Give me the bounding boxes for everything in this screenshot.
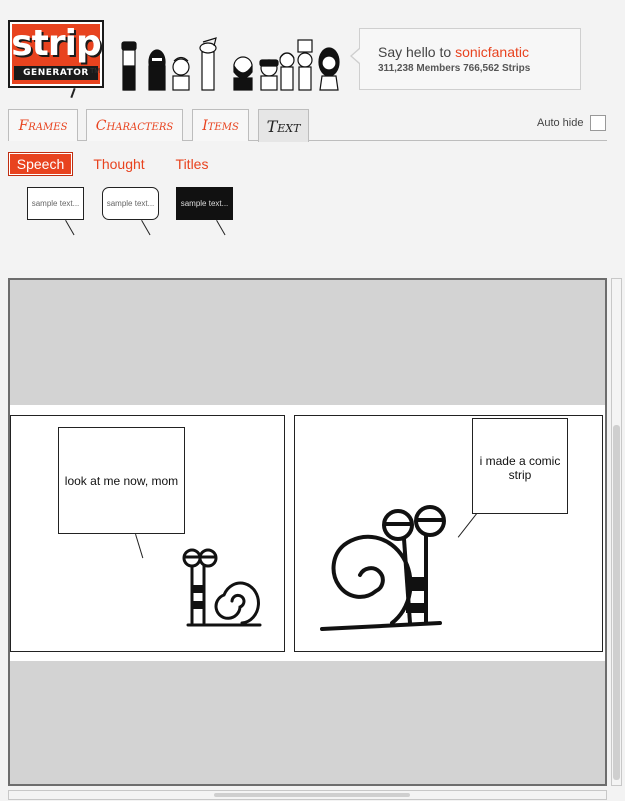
strip-generator-logo[interactable]: strip GENERATOR: [8, 20, 104, 88]
greeting-text: Say hello to sonicfanatic: [378, 44, 529, 60]
tab-text[interactable]: Text: [258, 109, 309, 142]
canvas-margin-top: [10, 280, 605, 405]
sample-speech-bubble-rounded[interactable]: sample text...: [102, 187, 159, 220]
username-link[interactable]: sonicfanatic: [455, 44, 529, 60]
logo-subtitle: GENERATOR: [14, 66, 98, 80]
auto-hide-label: Auto hide: [537, 117, 584, 129]
cartoon-characters-icon: [121, 37, 340, 91]
tab-frames[interactable]: Frames: [8, 109, 78, 141]
greeting-box: Say hello to sonicfanatic 311,238 Member…: [359, 28, 581, 90]
tab-characters[interactable]: Characters: [86, 109, 183, 141]
trademark-mark: TM: [90, 68, 101, 75]
speech-bubble-panel-2[interactable]: i made a comic strip: [472, 418, 568, 514]
greeting-pointer-fill: [352, 49, 360, 63]
sample-bubble-tail: [141, 220, 151, 236]
comic-canvas[interactable]: look at me now, mom i made a comic strip: [8, 278, 607, 786]
vertical-scrollbar-thumb[interactable]: [613, 425, 620, 780]
subtab-titles[interactable]: Titles: [168, 152, 216, 176]
logo-bubble-tail: [70, 87, 76, 99]
subtab-speech[interactable]: Speech: [8, 152, 73, 176]
auto-hide-checkbox[interactable]: [590, 115, 606, 131]
greeting-prefix: Say hello to: [378, 44, 452, 60]
canvas-margin-bottom: [10, 661, 605, 784]
speech-bubble-panel-1[interactable]: look at me now, mom: [58, 427, 185, 534]
sample-bubble-tail: [216, 220, 226, 236]
members-label: Members: [416, 63, 461, 74]
sample-speech-bubble-dark[interactable]: sample text...: [176, 187, 233, 220]
horizontal-scrollbar[interactable]: [8, 790, 607, 800]
snail-character-large-icon: [320, 505, 446, 631]
horizontal-scrollbar-thumb[interactable]: [214, 793, 410, 797]
sample-speech-bubble-square[interactable]: sample text...: [27, 187, 84, 220]
strips-count: 766,562: [463, 63, 500, 74]
strips-label: Strips: [502, 63, 531, 74]
logo-wordmark: strip: [11, 23, 102, 64]
snail-character-icon: [182, 548, 262, 627]
vertical-scrollbar[interactable]: [611, 278, 622, 786]
subtab-thought[interactable]: Thought: [88, 152, 150, 176]
sample-bubble-tail: [65, 220, 75, 236]
members-count: 311,238: [378, 63, 414, 74]
tab-items[interactable]: Items: [192, 109, 249, 141]
site-stats: 311,238 Members 766,562 Strips: [378, 63, 530, 74]
